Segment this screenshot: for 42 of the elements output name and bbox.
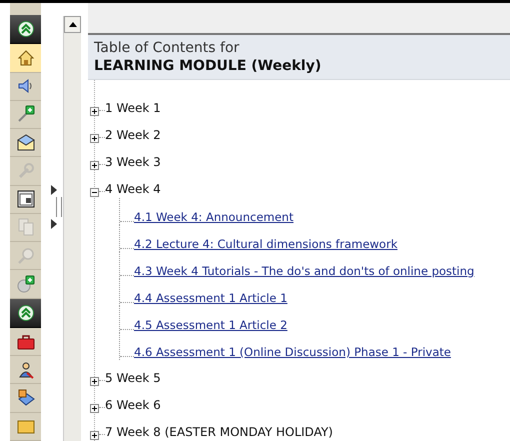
tree-link[interactable]: 4.1 Week 4: Announcement [134,209,294,225]
group-header[interactable] [10,298,41,328]
tree-item[interactable]: 5 Week 5 [105,370,161,387]
tree-item[interactable]: 3 Week 3 [105,154,161,171]
module-title: LEARNING MODULE (Weekly) [94,57,322,76]
toc-title: Table of Contents for [94,39,240,57]
expand-toggle-icon[interactable] [90,161,99,170]
group-header[interactable] [10,15,41,44]
expand-toggle-icon[interactable] [90,107,99,116]
expand-toggle-icon[interactable] [90,404,99,413]
magnifier-icon [16,246,34,265]
expand-toggle-icon[interactable] [90,377,99,386]
person-icon [16,360,34,379]
tree-item[interactable]: 2 Week 2 [105,127,161,144]
scroll-up-button[interactable] [64,16,81,33]
house-button[interactable] [10,44,41,73]
expand-toggle-icon[interactable] [90,431,99,440]
envelope-icon [16,134,34,152]
collapse-chevron-icon[interactable] [18,304,34,321]
tree-link[interactable]: 4.2 Lecture 4: Cultural dimensions framework [134,236,398,252]
tree-item[interactable]: 1 Week 1 [105,100,161,117]
tree-link[interactable]: 4.5 Assessment 1 Article 2 [134,317,288,333]
documents-icon [16,218,34,236]
collapse-toggle-icon[interactable] [90,188,99,197]
expand-arrow-icon[interactable] [51,219,57,229]
up-arrow-icon [68,22,76,27]
house-icon [16,48,34,67]
tree-item[interactable]: 6 Week 6 [105,397,161,414]
tree-item[interactable]: 4 Week 4 [105,181,161,198]
tree-link[interactable]: 4.6 Assessment 1 (Online Discussion) Phase 1 - Private [134,344,451,360]
tree-item[interactable]: 7 Week 8 (EASTER MONDAY HOLIDAY) [105,424,333,441]
toolbox-icon [16,332,34,351]
expand-toggle-icon[interactable] [90,134,99,143]
scrollbar[interactable] [63,16,81,441]
splitter-handle[interactable] [56,197,62,217]
tree-link[interactable]: 4.3 Week 4 Tutorials - The do's and don'ts of online posting [134,263,474,279]
folder-button[interactable] [10,412,41,441]
speaker-button[interactable] [10,72,41,101]
collapse-arrow-icon[interactable] [51,185,57,195]
tree-link[interactable]: 4.4 Assessment 1 Article 1 [134,290,288,306]
collapse-chevron-icon[interactable] [18,21,34,38]
speaker-icon [16,77,34,96]
